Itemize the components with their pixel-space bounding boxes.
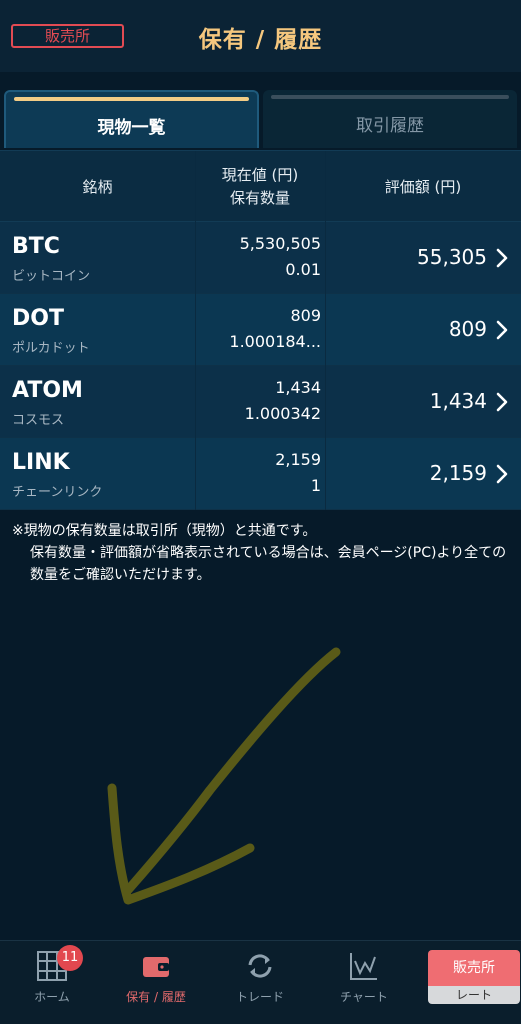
- column-divider: [195, 294, 196, 366]
- column-divider: [325, 294, 326, 366]
- hand-drawn-arrow-annotation: [107, 647, 341, 905]
- tab-holdings-history[interactable]: 保有 / 履歴: [104, 941, 208, 1024]
- coin-name: ビットコイン: [12, 269, 91, 284]
- column-header-name: 銘柄: [0, 151, 195, 223]
- rate-button-top-label: 販売所: [428, 950, 520, 986]
- current-price: 5,530,505: [239, 234, 321, 253]
- chevron-right-icon[interactable]: [495, 320, 509, 340]
- page-title: 保有 / 履歴: [198, 27, 323, 53]
- tab-indicator: [271, 95, 509, 99]
- coin-name: ポルカドット: [12, 341, 90, 356]
- chevron-right-icon[interactable]: [495, 464, 509, 484]
- coin-symbol: BTC: [12, 234, 60, 259]
- wallet-icon: [143, 957, 169, 977]
- column-header-value-label: 評価額 (円): [384, 177, 462, 196]
- header: 販売所 保有 / 履歴: [0, 0, 521, 72]
- column-header-name-label: 銘柄: [82, 177, 113, 196]
- valuation: 55,305: [417, 245, 487, 269]
- tab-history-label: 取引履歴: [356, 116, 424, 136]
- holding-quantity: 0.01: [285, 260, 321, 279]
- chevron-right-icon[interactable]: [495, 248, 509, 268]
- coin-name: コスモス: [12, 413, 65, 428]
- tab-bar: 現物一覧 取引履歴: [0, 72, 521, 150]
- chevron-right-icon[interactable]: [495, 392, 509, 412]
- valuation: 809: [448, 317, 487, 341]
- current-price: 2,159: [275, 450, 321, 469]
- table-row[interactable]: LINK チェーンリンク 2,159 1 2,159: [0, 438, 521, 510]
- coin-symbol: LINK: [12, 450, 70, 475]
- table-row[interactable]: BTC ビットコイン 5,530,505 0.01 55,305: [0, 222, 521, 294]
- column-header-value: 評価額 (円): [325, 151, 521, 223]
- column-divider: [195, 222, 196, 294]
- coin-symbol: DOT: [12, 306, 64, 331]
- holding-quantity: 1.000184...: [229, 332, 321, 351]
- table-row[interactable]: ATOM コスモス 1,434 1.000342 1,434: [0, 366, 521, 438]
- tab-home-label: ホーム: [34, 990, 70, 1004]
- tab-holdings-history-label: 保有 / 履歴: [126, 990, 186, 1004]
- column-divider: [195, 366, 196, 438]
- coin-name: チェーンリンク: [12, 485, 103, 500]
- tab-holdings-label: 現物一覧: [97, 118, 166, 138]
- column-header-price-label: 現在値 (円): [221, 166, 299, 184]
- table-header: 銘柄 現在値 (円) 保有数量 評価額 (円): [0, 150, 521, 223]
- holdings-table: 銘柄 現在値 (円) 保有数量 評価額 (円) BTC ビットコイン 5,530…: [0, 150, 521, 510]
- tab-history[interactable]: 取引履歴: [263, 90, 517, 148]
- refresh-icon: [248, 954, 272, 978]
- coin-symbol: ATOM: [12, 378, 83, 403]
- column-divider: [325, 366, 326, 438]
- current-price: 1,434: [275, 378, 321, 397]
- notification-badge: 11: [57, 945, 83, 971]
- tab-trade[interactable]: トレード: [208, 941, 312, 1024]
- tab-indicator: [14, 97, 249, 101]
- rate-button-bottom-label: レート: [428, 986, 520, 1004]
- column-header-qty-label: 保有数量: [229, 189, 290, 207]
- table-row[interactable]: DOT ポルカドット 809 1.000184... 809: [0, 294, 521, 366]
- current-price: 809: [290, 306, 321, 325]
- tab-chart[interactable]: チャート: [312, 941, 416, 1024]
- column-divider: [325, 438, 326, 510]
- holding-quantity: 1.000342: [244, 404, 321, 423]
- column-divider: [325, 222, 326, 294]
- note-line-2: 保有数量・評価額が省略表示されている場合は、会員ページ(PC)より全ての数量をご…: [30, 545, 507, 583]
- exchange-rate-button[interactable]: 販売所 レート: [428, 950, 520, 1004]
- tab-chart-label: チャート: [340, 990, 388, 1004]
- tab-trade-label: トレード: [235, 990, 284, 1004]
- chart-icon: [350, 953, 377, 980]
- note-line-1: ※現物の保有数量は取引所（現物）と共通です。: [12, 523, 317, 539]
- tab-holdings[interactable]: 現物一覧: [4, 90, 259, 148]
- holdings-note: ※現物の保有数量は取引所（現物）と共通です。 保有数量・評価額が省略表示されてい…: [12, 520, 512, 586]
- valuation: 2,159: [429, 461, 487, 485]
- holding-quantity: 1: [310, 476, 321, 495]
- valuation: 1,434: [429, 389, 487, 413]
- column-header-price: 現在値 (円) 保有数量: [195, 151, 325, 223]
- tab-home[interactable]: 11 ホーム: [0, 941, 104, 1024]
- column-divider: [195, 438, 196, 510]
